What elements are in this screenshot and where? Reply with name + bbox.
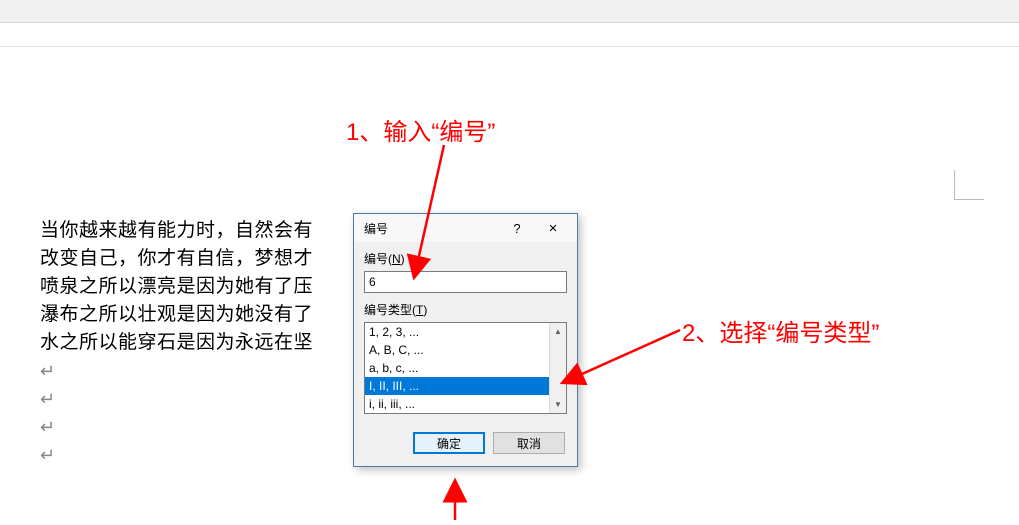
- list-item[interactable]: I, II, III, ...: [365, 377, 549, 395]
- number-field-label: 编号(N): [364, 250, 567, 267]
- label-text: ): [423, 303, 427, 317]
- list-item[interactable]: A, B, C, ...: [365, 341, 549, 359]
- list-item[interactable]: a, b, c, ...: [365, 359, 549, 377]
- annotation-1: 1、输入“编号”: [346, 112, 495, 147]
- close-button[interactable]: ×: [535, 217, 571, 239]
- label-text: 编号类型(: [364, 303, 416, 317]
- ruler: [0, 23, 1019, 47]
- ribbon-placeholder: [0, 0, 1019, 23]
- scrollbar[interactable]: ▲ ▼: [549, 323, 566, 413]
- help-button[interactable]: ?: [499, 217, 535, 239]
- dialog-titlebar[interactable]: 编号 ? ×: [354, 214, 577, 242]
- number-type-label: 编号类型(T): [364, 301, 567, 318]
- number-type-listbox[interactable]: 1, 2, 3, ... A, B, C, ... a, b, c, ... I…: [364, 322, 567, 414]
- dialog-content: 编号(N) 编号类型(T) 1, 2, 3, ... A, B, C, ... …: [354, 242, 577, 466]
- dialog-title: 编号: [364, 220, 499, 237]
- annotation-2: 2、选择“编号类型”: [682, 313, 879, 348]
- ok-button[interactable]: 确定: [413, 432, 485, 454]
- scroll-up-icon[interactable]: ▲: [550, 323, 566, 340]
- label-text: 编号(: [364, 252, 392, 266]
- numbering-dialog: 编号 ? × 编号(N) 编号类型(T) 1, 2, 3, ... A, B, …: [353, 213, 578, 467]
- listbox-inner: 1, 2, 3, ... A, B, C, ... a, b, c, ... I…: [365, 323, 549, 413]
- scroll-down-icon[interactable]: ▼: [550, 396, 566, 413]
- number-input[interactable]: [364, 271, 567, 293]
- dialog-buttons: 确定 取消: [364, 432, 567, 454]
- cancel-button[interactable]: 取消: [493, 432, 565, 454]
- list-item[interactable]: 1, 2, 3, ...: [365, 323, 549, 341]
- label-text: ): [401, 252, 405, 266]
- label-hotkey: N: [392, 252, 401, 266]
- list-item[interactable]: i, ii, iii, ...: [365, 395, 549, 413]
